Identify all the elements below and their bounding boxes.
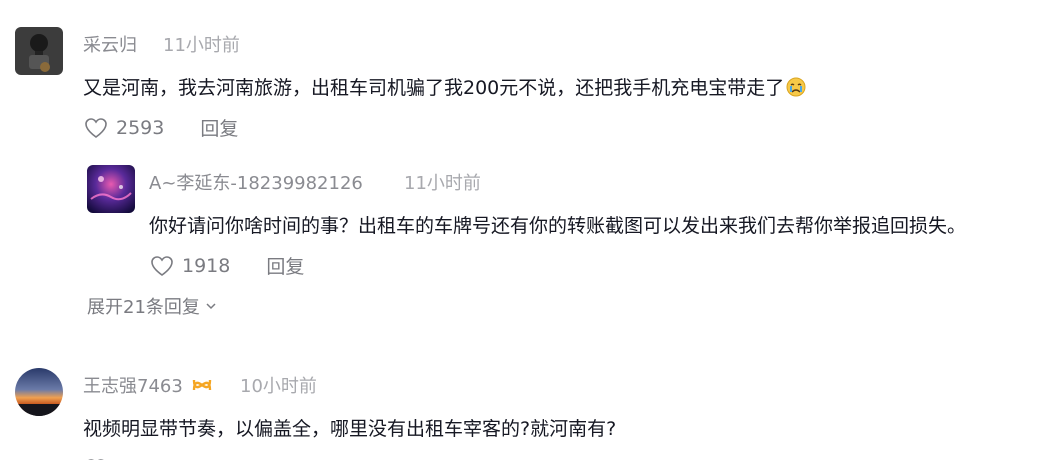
avatar[interactable] [15, 27, 63, 75]
heart-icon [85, 117, 107, 138]
like-count: 1918 [182, 254, 231, 277]
comment-actions: 2593 回复 [84, 114, 238, 141]
like-button[interactable]: 1918 [150, 255, 230, 277]
infinity-badge-icon [191, 376, 213, 399]
comment-username[interactable]: 采云归 [83, 31, 137, 57]
reply-time: 11小时前 [404, 173, 481, 194]
comment-username[interactable]: 王志强7463 [83, 372, 221, 399]
comment-time: 10小时前 [240, 376, 317, 397]
comment-text: 视频明显带节奏，以偏盖全，哪里没有出租车宰客的?就河南有? [83, 418, 617, 440]
avatar[interactable] [87, 165, 135, 213]
avatar[interactable] [15, 368, 63, 416]
like-button[interactable]: 2593 [84, 117, 164, 139]
reply-button[interactable]: 回复 [266, 252, 304, 279]
chevron-down-icon [206, 303, 216, 310]
heart-icon [151, 255, 173, 276]
reply-actions: 1918 回复 [150, 252, 304, 279]
like-count: 2593 [116, 116, 165, 139]
comment-time: 11小时前 [163, 35, 240, 56]
reply-username[interactable]: A~李延东-18239982126 [149, 169, 363, 195]
reply-button[interactable]: 回复 [200, 455, 238, 460]
crying-face-icon [786, 77, 806, 97]
comment-section: 采云归 11小时前 又是河南，我去河南旅游，出租车司机骗了我200元不说，还把我… [0, 0, 1038, 460]
expand-replies-label: 展开21条回复 [87, 297, 200, 318]
reply-text: 你好请问你啥时间的事？出租车的车牌号还有你的转账截图可以发出来我们去帮你举报追回… [149, 215, 967, 237]
reply-button[interactable]: 回复 [200, 114, 238, 141]
expand-replies-button[interactable]: 展开21条回复 [87, 293, 218, 319]
comment-text: 又是河南，我去河南旅游，出租车司机骗了我200元不说，还把我手机充电宝带走了 [83, 73, 806, 100]
comment-actions: 1696 回复 [84, 455, 238, 460]
